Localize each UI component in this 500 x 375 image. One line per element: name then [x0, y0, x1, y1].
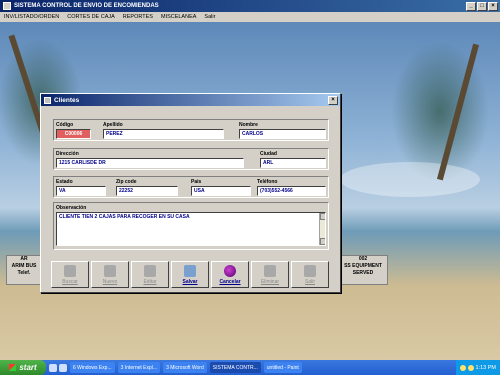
nuevo-label: Nuevo — [102, 278, 118, 285]
wallpaper-cloud — [340, 162, 480, 197]
menu-cortes-de-caja[interactable]: CORTES DE CAJA — [63, 14, 119, 20]
panel-line: SERVED — [352, 270, 374, 276]
window-controls: _ □ × — [466, 1, 500, 11]
taskbar-item[interactable]: 6 Windows Exp... — [70, 362, 115, 373]
minimize-button[interactable]: _ — [466, 1, 476, 11]
label-nombre: Nombre — [239, 122, 258, 128]
pais-field[interactable]: USA — [191, 186, 251, 196]
label-observacion: Observación — [56, 205, 87, 211]
cancel-icon — [224, 264, 236, 277]
start-button[interactable]: start — [0, 360, 46, 375]
save-icon — [184, 264, 196, 277]
tray-icon[interactable] — [467, 364, 474, 371]
codigo-field[interactable]: C00006 — [56, 129, 91, 139]
maximize-button[interactable]: □ — [477, 1, 487, 11]
label-direccion: Dirección — [56, 151, 79, 157]
menu-reportes[interactable]: REPORTES — [119, 14, 157, 20]
panel-line: 002 — [358, 256, 368, 262]
edit-icon — [144, 264, 156, 277]
apellido-field[interactable]: PEREZ — [103, 129, 224, 139]
salir-label: Salir — [304, 278, 315, 285]
key-icon — [64, 264, 76, 277]
taskbar-item[interactable]: 3 Internet Expl... — [117, 362, 161, 373]
label-zip: Zip code — [116, 179, 137, 185]
app-menu-bar: INV/LISTADO/ORDEN CORTES DE CAJA REPORTE… — [0, 12, 500, 22]
eliminar-label: Eliminar — [260, 278, 280, 285]
panel-line: ARIM BUS — [11, 263, 37, 269]
eliminar-button[interactable]: Eliminar — [251, 261, 289, 288]
taskbar-item[interactable]: untitled - Paint — [263, 362, 302, 373]
dialog-close-button[interactable]: × — [328, 95, 338, 105]
system-tray: 1:13 PM — [455, 360, 500, 375]
windows-logo-icon — [9, 364, 17, 371]
observacion-textarea[interactable]: CLIENTE TIEN 2 CAJAS PARA RECOGER EN SU … — [56, 212, 326, 246]
dialog-title: Clientes — [54, 96, 80, 104]
desktop-icon[interactable] — [59, 363, 67, 372]
taskbar-item[interactable]: 3 Microsoft Word — [163, 362, 207, 373]
label-ciudad: Ciudad — [260, 151, 277, 157]
start-label: start — [19, 363, 37, 372]
clientes-dialog: Clientes × Código C00006 Apellido PEREZ … — [40, 93, 341, 293]
quick-launch — [49, 363, 67, 372]
dialog-title-bar: Clientes × — [41, 94, 340, 106]
label-codigo: Código — [56, 122, 74, 128]
taskbar: start 6 Windows Exp... 3 Internet Expl..… — [0, 360, 500, 375]
nuevo-button[interactable]: Nuevo — [91, 261, 129, 288]
editar-label: Editar — [143, 278, 157, 285]
panel-line: SS EQUIPMENT — [344, 263, 382, 269]
palm-tree — [436, 43, 480, 181]
observacion-text: CLIENTE TIEN 2 CAJAS PARA RECOGER EN SU … — [59, 214, 190, 220]
taskbar-item[interactable]: SISTEMA CONTR... — [209, 362, 261, 373]
panel-line: Telef. — [17, 270, 31, 276]
background-panel-left: AR ARIM BUS Telef. — [6, 255, 42, 285]
app-icon — [3, 2, 11, 10]
direccion-field[interactable]: 1215 CARLISDE DR — [56, 158, 244, 168]
salir-button[interactable]: Salir — [291, 261, 329, 288]
label-estado: Estado — [56, 179, 73, 185]
clock: 1:13 PM — [475, 364, 496, 371]
zip-field[interactable]: 22252 — [116, 186, 178, 196]
dialog-toolbar: Buscar Nuevo Editar Salvar Cancelar Elim… — [51, 261, 332, 289]
label-pais: Pais — [191, 179, 202, 185]
editar-button[interactable]: Editar — [131, 261, 169, 288]
label-apellido: Apellido — [103, 122, 123, 128]
telefono-field[interactable]: (703)552-4566 — [257, 186, 326, 196]
menu-miscelanea[interactable]: MISCELANEA — [157, 14, 200, 20]
ciudad-field[interactable]: ARL — [260, 158, 326, 168]
app-title-bar: SISTEMA CONTROL DE ENVIO DE ENCOMIENDAS … — [0, 0, 500, 12]
buscar-button[interactable]: Buscar — [51, 261, 89, 288]
exit-icon — [304, 264, 316, 277]
tray-icon[interactable] — [459, 364, 466, 371]
nombre-field[interactable]: CARLOS — [239, 129, 326, 139]
menu-salir[interactable]: Salir — [200, 14, 219, 20]
menu-inv-listado-orden[interactable]: INV/LISTADO/ORDEN — [0, 14, 63, 20]
cancelar-label: Cancelar — [219, 278, 241, 285]
salvar-button[interactable]: Salvar — [171, 261, 209, 288]
label-telefono: Teléfono — [257, 179, 278, 185]
close-button[interactable]: × — [488, 1, 498, 11]
ie-icon[interactable] — [49, 363, 57, 372]
cancelar-button[interactable]: Cancelar — [211, 261, 249, 288]
app-title: SISTEMA CONTROL DE ENVIO DE ENCOMIENDAS — [14, 3, 159, 9]
buscar-label: Buscar — [62, 278, 78, 285]
panel-line: AR — [20, 256, 28, 262]
delete-icon — [264, 264, 276, 277]
new-record-icon — [104, 264, 116, 277]
salvar-label: Salvar — [182, 278, 198, 285]
background-panel-right: 002 SS EQUIPMENT SERVED — [338, 255, 388, 285]
observacion-scrollbar[interactable] — [319, 213, 325, 245]
estado-field[interactable]: VA — [56, 186, 106, 196]
dialog-icon — [44, 96, 51, 104]
